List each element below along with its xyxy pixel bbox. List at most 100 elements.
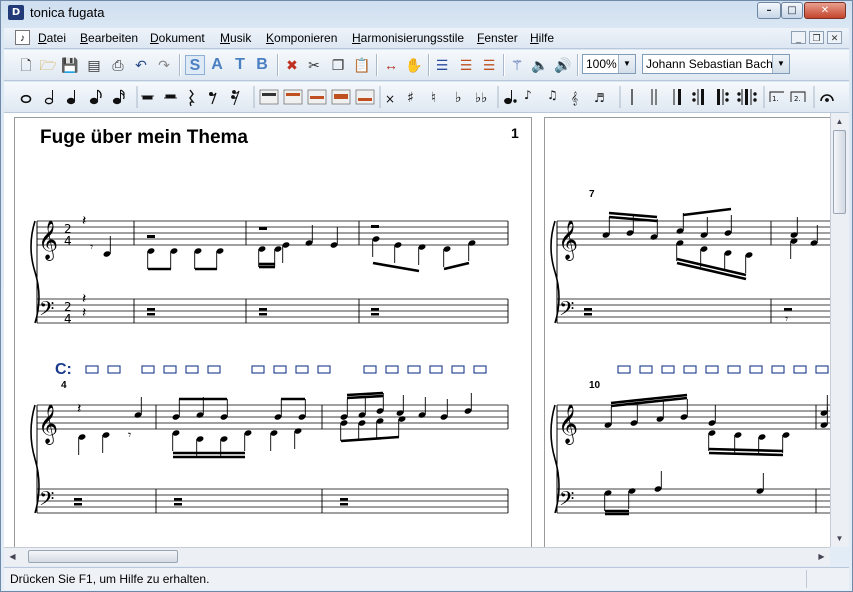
harmony-analysis-icon[interactable]: ⚚ xyxy=(507,55,527,75)
voice-layout-5-icon[interactable] xyxy=(355,89,375,105)
redo-icon[interactable]: ↷ xyxy=(154,55,174,75)
chevron-down-icon[interactable]: ▼ xyxy=(618,55,635,73)
scroll-left-icon[interactable]: ◀ xyxy=(4,548,21,565)
save-disk-icon[interactable]: 💾 xyxy=(60,55,80,75)
fermata-icon[interactable] xyxy=(820,94,834,102)
size-grip-icon[interactable] xyxy=(806,570,847,588)
mdi-close-button[interactable]: ✕ xyxy=(827,31,842,44)
score-workspace[interactable]: Fuge über mein Thema 1 7 4 10 C: 𝄞 𝄢 2 4 2 4 𝄽… xyxy=(4,113,830,547)
natural-icon[interactable]: ♮ xyxy=(431,90,436,106)
chord-symbol-box xyxy=(793,365,807,374)
sixteenth-rest-icon[interactable] xyxy=(231,90,240,106)
beam xyxy=(676,257,747,277)
sixteenth-note-icon[interactable] xyxy=(112,89,125,105)
playback-icon[interactable]: 🔈 xyxy=(530,55,550,75)
voice-layout-1-icon[interactable] xyxy=(259,89,279,105)
cut-icon[interactable]: ✂ xyxy=(304,55,324,75)
menu-fenster[interactable]: Fenster xyxy=(477,31,518,45)
whole-rest-icon[interactable] xyxy=(141,95,154,100)
voice-tenor-button[interactable]: T xyxy=(230,55,250,75)
ornament-icon[interactable]: ♪ xyxy=(524,88,532,102)
mdi-restore-button[interactable]: ❐ xyxy=(809,31,824,44)
repeat-start-icon[interactable] xyxy=(717,89,729,105)
first-ending-icon[interactable]: 1. xyxy=(769,91,784,103)
svg-text:♭: ♭ xyxy=(455,90,462,106)
main-toolbar: 🗋 🗁 💾 ▤ ⎙ ↶ ↷ S A T B ✖ ✂ ❐ 📋 ↔ ✋ ☰ ☰ ☰ … xyxy=(4,50,849,81)
music-notation[interactable]: 𝄞𝄢2424𝄽𝄽𝄽𝄾 𝄞𝄢 𝄾𝄞𝄢𝄽𝄾 𝄞𝄢 xyxy=(4,113,830,547)
undo-icon[interactable]: ↶ xyxy=(131,55,151,75)
vertical-scroll-thumb[interactable] xyxy=(833,130,846,214)
print-preview-icon[interactable]: ▤ xyxy=(84,55,104,75)
volume-icon[interactable]: 🔊 xyxy=(553,55,573,75)
delete-icon[interactable]: ✖ xyxy=(282,55,302,75)
whole-note-icon[interactable] xyxy=(20,94,32,104)
menu-hilfe[interactable]: Hilfe xyxy=(530,31,554,45)
scroll-down-icon[interactable]: ▼ xyxy=(831,530,848,547)
staff-format-icon[interactable]: ☰ xyxy=(479,55,499,75)
copy-icon[interactable]: ❐ xyxy=(328,55,348,75)
menu-harmonisierungsstile[interactable]: Harmonisierungsstile xyxy=(352,31,464,45)
paste-icon[interactable]: 📋 xyxy=(352,55,372,75)
voice-layout-3-icon[interactable] xyxy=(307,89,327,105)
double-flat-icon[interactable]: ♭♭ xyxy=(475,91,487,106)
close-window-button[interactable]: ✕ xyxy=(804,2,846,19)
tonica-app-icon[interactable]: D xyxy=(8,5,24,20)
zoom-select[interactable]: 100% ▼ xyxy=(582,54,636,74)
hand-select-icon[interactable]: ✋ xyxy=(404,55,424,75)
horizontal-scroll-thumb[interactable] xyxy=(28,550,178,563)
style-select[interactable]: Johann Sebastian Bach II ▼ xyxy=(642,54,790,74)
chord-symbol-box xyxy=(473,365,487,374)
voice-soprano-button[interactable]: S xyxy=(185,55,205,75)
sharp-icon[interactable]: ♯ xyxy=(407,90,414,106)
open-folder-icon[interactable]: 🗁 xyxy=(38,55,58,75)
triplet-icon[interactable]: 𝄞 xyxy=(571,91,578,105)
voice-alto-button[interactable]: A xyxy=(207,55,227,75)
menu-datei[interactable]: Datei xyxy=(38,31,66,45)
final-barline-icon[interactable] xyxy=(673,89,681,105)
voice-bass-button[interactable]: B xyxy=(252,55,272,75)
menu-komponieren[interactable]: Komponieren xyxy=(266,31,337,45)
chevron-down-icon[interactable]: ▼ xyxy=(772,55,789,73)
minimize-window-button[interactable]: – xyxy=(757,2,781,19)
repeat-both-icon[interactable] xyxy=(737,89,757,105)
scroll-up-icon[interactable]: ▲ xyxy=(831,113,848,130)
scroll-right-icon[interactable]: ▶ xyxy=(813,548,830,565)
repeat-end-icon[interactable] xyxy=(692,89,704,105)
print-icon[interactable]: ⎙ xyxy=(108,55,128,75)
eighth-rest-icon[interactable] xyxy=(209,92,217,105)
treble-clef: 𝄞 xyxy=(38,220,58,261)
double-barline-icon[interactable] xyxy=(651,89,657,105)
half-rest-icon[interactable] xyxy=(164,94,177,99)
maximize-window-button[interactable]: □ xyxy=(781,2,803,19)
menu-dokument[interactable]: Dokument xyxy=(150,31,205,45)
beam xyxy=(682,207,732,217)
rest xyxy=(74,498,82,501)
eighth-note-icon[interactable] xyxy=(89,89,102,105)
staff-layout-icon[interactable]: ☰ xyxy=(456,55,476,75)
transpose-icon[interactable]: ↔ xyxy=(381,55,401,75)
new-file-icon[interactable]: 🗋 xyxy=(16,55,36,75)
staff-lines-icon[interactable]: ☰ xyxy=(432,55,452,75)
rest xyxy=(371,308,379,311)
voice-layout-4-icon[interactable] xyxy=(331,89,351,105)
double-sharp-icon[interactable]: × xyxy=(385,92,395,106)
voice-layout-2-icon[interactable] xyxy=(283,89,303,105)
dotted-note-icon[interactable] xyxy=(504,90,517,105)
horizontal-scrollbar[interactable]: ◀ ▶ xyxy=(4,547,830,566)
chord-icon[interactable]: ♬ xyxy=(594,91,605,105)
vertical-scrollbar[interactable]: ▲ ▼ xyxy=(830,113,849,547)
flat-icon[interactable]: ♭ xyxy=(455,90,462,106)
chord-symbol-box xyxy=(815,365,829,374)
menu-bearbeiten[interactable]: Bearbeiten xyxy=(80,31,138,45)
chord-symbol-box xyxy=(107,365,121,374)
half-note-icon[interactable] xyxy=(44,90,54,105)
document-menu-icon[interactable]: ♪ xyxy=(15,30,30,45)
quarter-rest-icon[interactable] xyxy=(189,89,195,107)
beam xyxy=(443,261,470,271)
chord-symbol-box xyxy=(639,365,653,374)
mdi-minimize-button[interactable]: _ xyxy=(791,31,806,44)
tie-icon[interactable]: ♫ xyxy=(547,88,558,102)
menu-musik[interactable]: Musik xyxy=(220,31,251,45)
second-ending-icon[interactable]: 2. xyxy=(790,91,806,103)
quarter-note-icon[interactable] xyxy=(66,90,76,105)
